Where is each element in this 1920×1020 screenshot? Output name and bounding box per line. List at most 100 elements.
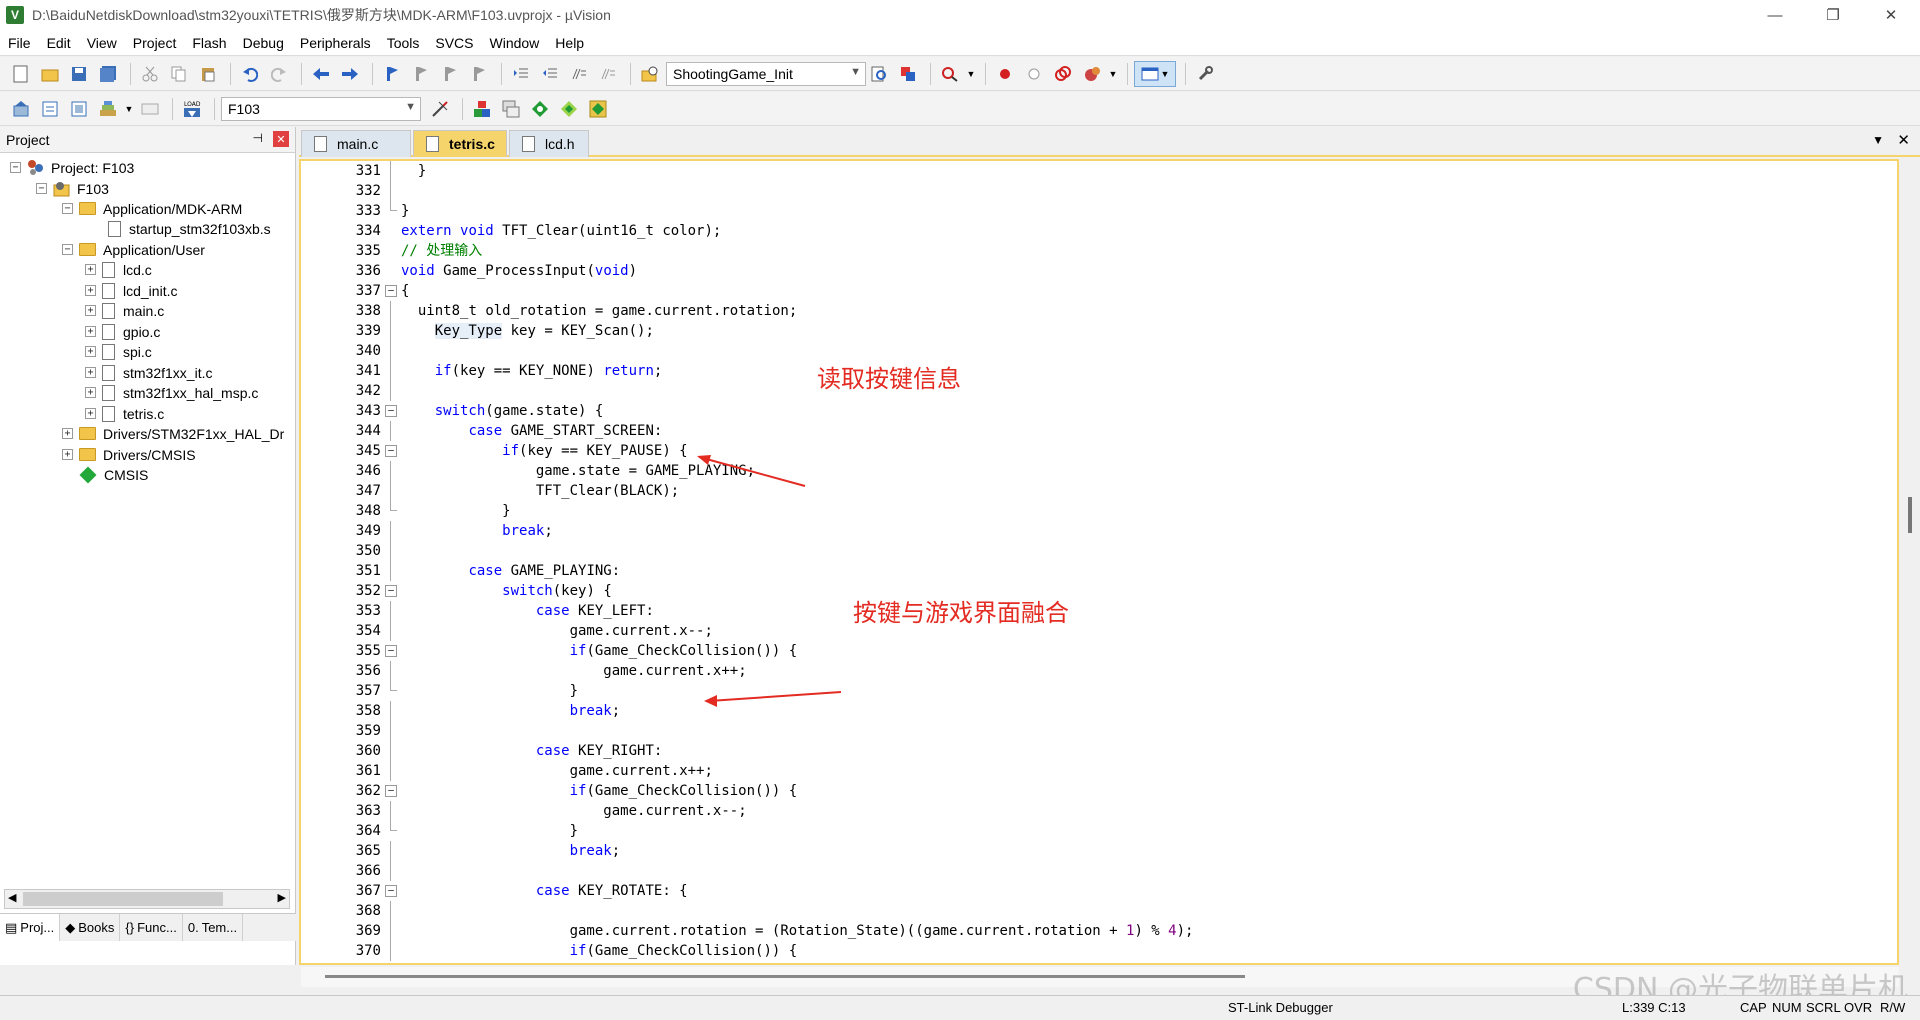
kill-breakpoints-icon[interactable]: [1079, 61, 1105, 87]
navigate-forward-icon[interactable]: [337, 61, 363, 87]
indent-icon[interactable]: [508, 61, 534, 87]
tab-project[interactable]: ▤ Proj...: [0, 914, 61, 941]
disable-breakpoint-icon[interactable]: [1021, 61, 1047, 87]
incremental-find-icon[interactable]: [937, 61, 963, 87]
unindent-icon[interactable]: [537, 61, 563, 87]
file-extensions-icon[interactable]: [498, 96, 524, 122]
fold-toggle-icon[interactable]: −: [385, 445, 397, 457]
menu-window[interactable]: Window: [482, 30, 548, 56]
navigate-back-icon[interactable]: [308, 61, 334, 87]
code-line[interactable]: 363 game.current.x--;: [301, 801, 1897, 821]
code-editor[interactable]: 331 } 332 333} 334 extern void TFT_Clear(uin…: [299, 159, 1899, 965]
expand-icon[interactable]: +: [85, 387, 96, 398]
collapse-icon[interactable]: −: [62, 203, 73, 214]
code-line[interactable]: 338 uint8_t old_rotation = game.current.…: [301, 301, 1897, 321]
code-line[interactable]: 352− switch(key) {: [301, 581, 1897, 601]
target-options-icon[interactable]: [427, 96, 453, 122]
code-line[interactable]: 347 TFT_Clear(BLACK);: [301, 481, 1897, 501]
fold-toggle-icon[interactable]: −: [385, 885, 397, 897]
manage-components-icon[interactable]: [469, 96, 495, 122]
expand-icon[interactable]: +: [85, 346, 96, 357]
expand-icon[interactable]: +: [85, 285, 96, 296]
save-all-icon[interactable]: [95, 61, 121, 87]
tab-functions[interactable]: {} Func...: [120, 914, 183, 941]
fold-toggle-icon[interactable]: −: [385, 405, 397, 417]
dropdown-arrow-icon[interactable]: ▼: [966, 61, 976, 87]
code-line[interactable]: 359: [301, 721, 1897, 741]
menu-debug[interactable]: Debug: [235, 30, 292, 56]
scroll-right-icon[interactable]: ▶: [278, 891, 286, 904]
code-line[interactable]: 356 game.current.x++;: [301, 661, 1897, 681]
dropdown-arrow-icon[interactable]: ▼: [124, 96, 134, 122]
scroll-thumb[interactable]: [325, 975, 1245, 978]
stop-build-icon[interactable]: [137, 96, 163, 122]
new-file-icon[interactable]: [8, 61, 34, 87]
code-line[interactable]: 341 if(key == KEY_NONE) return;: [301, 361, 1897, 381]
code-line[interactable]: 339 Key_Type key = KEY_Scan();: [301, 321, 1897, 341]
tab-books[interactable]: ◆ Books: [60, 914, 121, 941]
menu-svcs[interactable]: SVCS: [427, 30, 481, 56]
tab-lcd-h[interactable]: lcd.h: [509, 130, 589, 157]
function-combo[interactable]: ShootingGame_Init ▼: [666, 61, 866, 86]
editor-vscroll[interactable]: [1900, 159, 1920, 965]
collapse-icon[interactable]: −: [10, 162, 21, 173]
pin-icon[interactable]: ⊣: [253, 131, 263, 145]
expand-icon[interactable]: +: [85, 326, 96, 337]
next-bookmark-icon[interactable]: [437, 61, 463, 87]
copy-icon[interactable]: [166, 61, 192, 87]
fold-toggle-icon[interactable]: −: [385, 285, 397, 297]
code-line[interactable]: 331 }: [301, 161, 1897, 181]
panel-close-button[interactable]: ✕: [273, 131, 289, 147]
expand-icon[interactable]: +: [85, 264, 96, 275]
menu-edit[interactable]: Edit: [39, 30, 79, 56]
code-line[interactable]: 336 void Game_ProcessInput(void): [301, 261, 1897, 281]
code-line[interactable]: 344 case GAME_START_SCREEN:: [301, 421, 1897, 441]
restore-button[interactable]: ❐: [1804, 0, 1862, 30]
translate-icon[interactable]: [8, 96, 34, 122]
tree-cmsis[interactable]: CMSIS: [79, 462, 148, 487]
save-icon[interactable]: [66, 61, 92, 87]
code-line[interactable]: 348 }: [301, 501, 1897, 521]
code-line[interactable]: 354 game.current.x--;: [301, 621, 1897, 641]
code-line[interactable]: 365 break;: [301, 841, 1897, 861]
dropdown-arrow-icon[interactable]: ▼: [1108, 61, 1118, 87]
code-line[interactable]: 346 game.state = GAME_PLAYING;: [301, 461, 1897, 481]
code-line[interactable]: 357 }: [301, 681, 1897, 701]
window-layout-icon[interactable]: ▼: [1134, 60, 1176, 87]
scroll-thumb[interactable]: [1908, 497, 1912, 533]
code-line[interactable]: 369 game.current.rotation = (Rotation_St…: [301, 921, 1897, 941]
code-line[interactable]: 340: [301, 341, 1897, 361]
download-icon[interactable]: LOAD: [179, 96, 205, 122]
scroll-thumb[interactable]: [23, 892, 223, 906]
rebuild-icon[interactable]: [66, 96, 92, 122]
code-line[interactable]: 368: [301, 901, 1897, 921]
code-line[interactable]: 355− if(Game_CheckCollision()) {: [301, 641, 1897, 661]
menu-flash[interactable]: Flash: [184, 30, 234, 56]
code-line[interactable]: 364 }: [301, 821, 1897, 841]
redo-icon[interactable]: [266, 61, 292, 87]
code-line[interactable]: 367− case KEY_ROTATE: {: [301, 881, 1897, 901]
code-line[interactable]: 333}: [301, 201, 1897, 221]
code-line[interactable]: 353 case KEY_LEFT:: [301, 601, 1897, 621]
undo-icon[interactable]: [237, 61, 263, 87]
expand-icon[interactable]: +: [62, 428, 73, 439]
code-line[interactable]: 342: [301, 381, 1897, 401]
comment-icon[interactable]: [566, 61, 592, 87]
open-file-icon[interactable]: [37, 61, 63, 87]
tab-templates[interactable]: 0. Tem...: [183, 914, 244, 941]
expand-icon[interactable]: +: [85, 305, 96, 316]
code-line[interactable]: 349 break;: [301, 521, 1897, 541]
project-panel-hscroll[interactable]: ◀ ▶: [4, 889, 290, 909]
menu-help[interactable]: Help: [547, 30, 592, 56]
close-icon[interactable]: ✕: [1897, 131, 1910, 149]
tab-tetris-c[interactable]: tetris.c: [413, 130, 507, 157]
find-icon[interactable]: [866, 61, 892, 87]
scroll-left-icon[interactable]: ◀: [8, 891, 16, 904]
menu-view[interactable]: View: [79, 30, 125, 56]
bookmark-icon[interactable]: [379, 61, 405, 87]
code-line[interactable]: 335 // 处理输入: [301, 241, 1897, 261]
expand-icon[interactable]: +: [62, 449, 73, 460]
code-line[interactable]: 358 break;: [301, 701, 1897, 721]
collapse-icon[interactable]: −: [36, 183, 47, 194]
code-line[interactable]: 343− switch(game.state) {: [301, 401, 1897, 421]
